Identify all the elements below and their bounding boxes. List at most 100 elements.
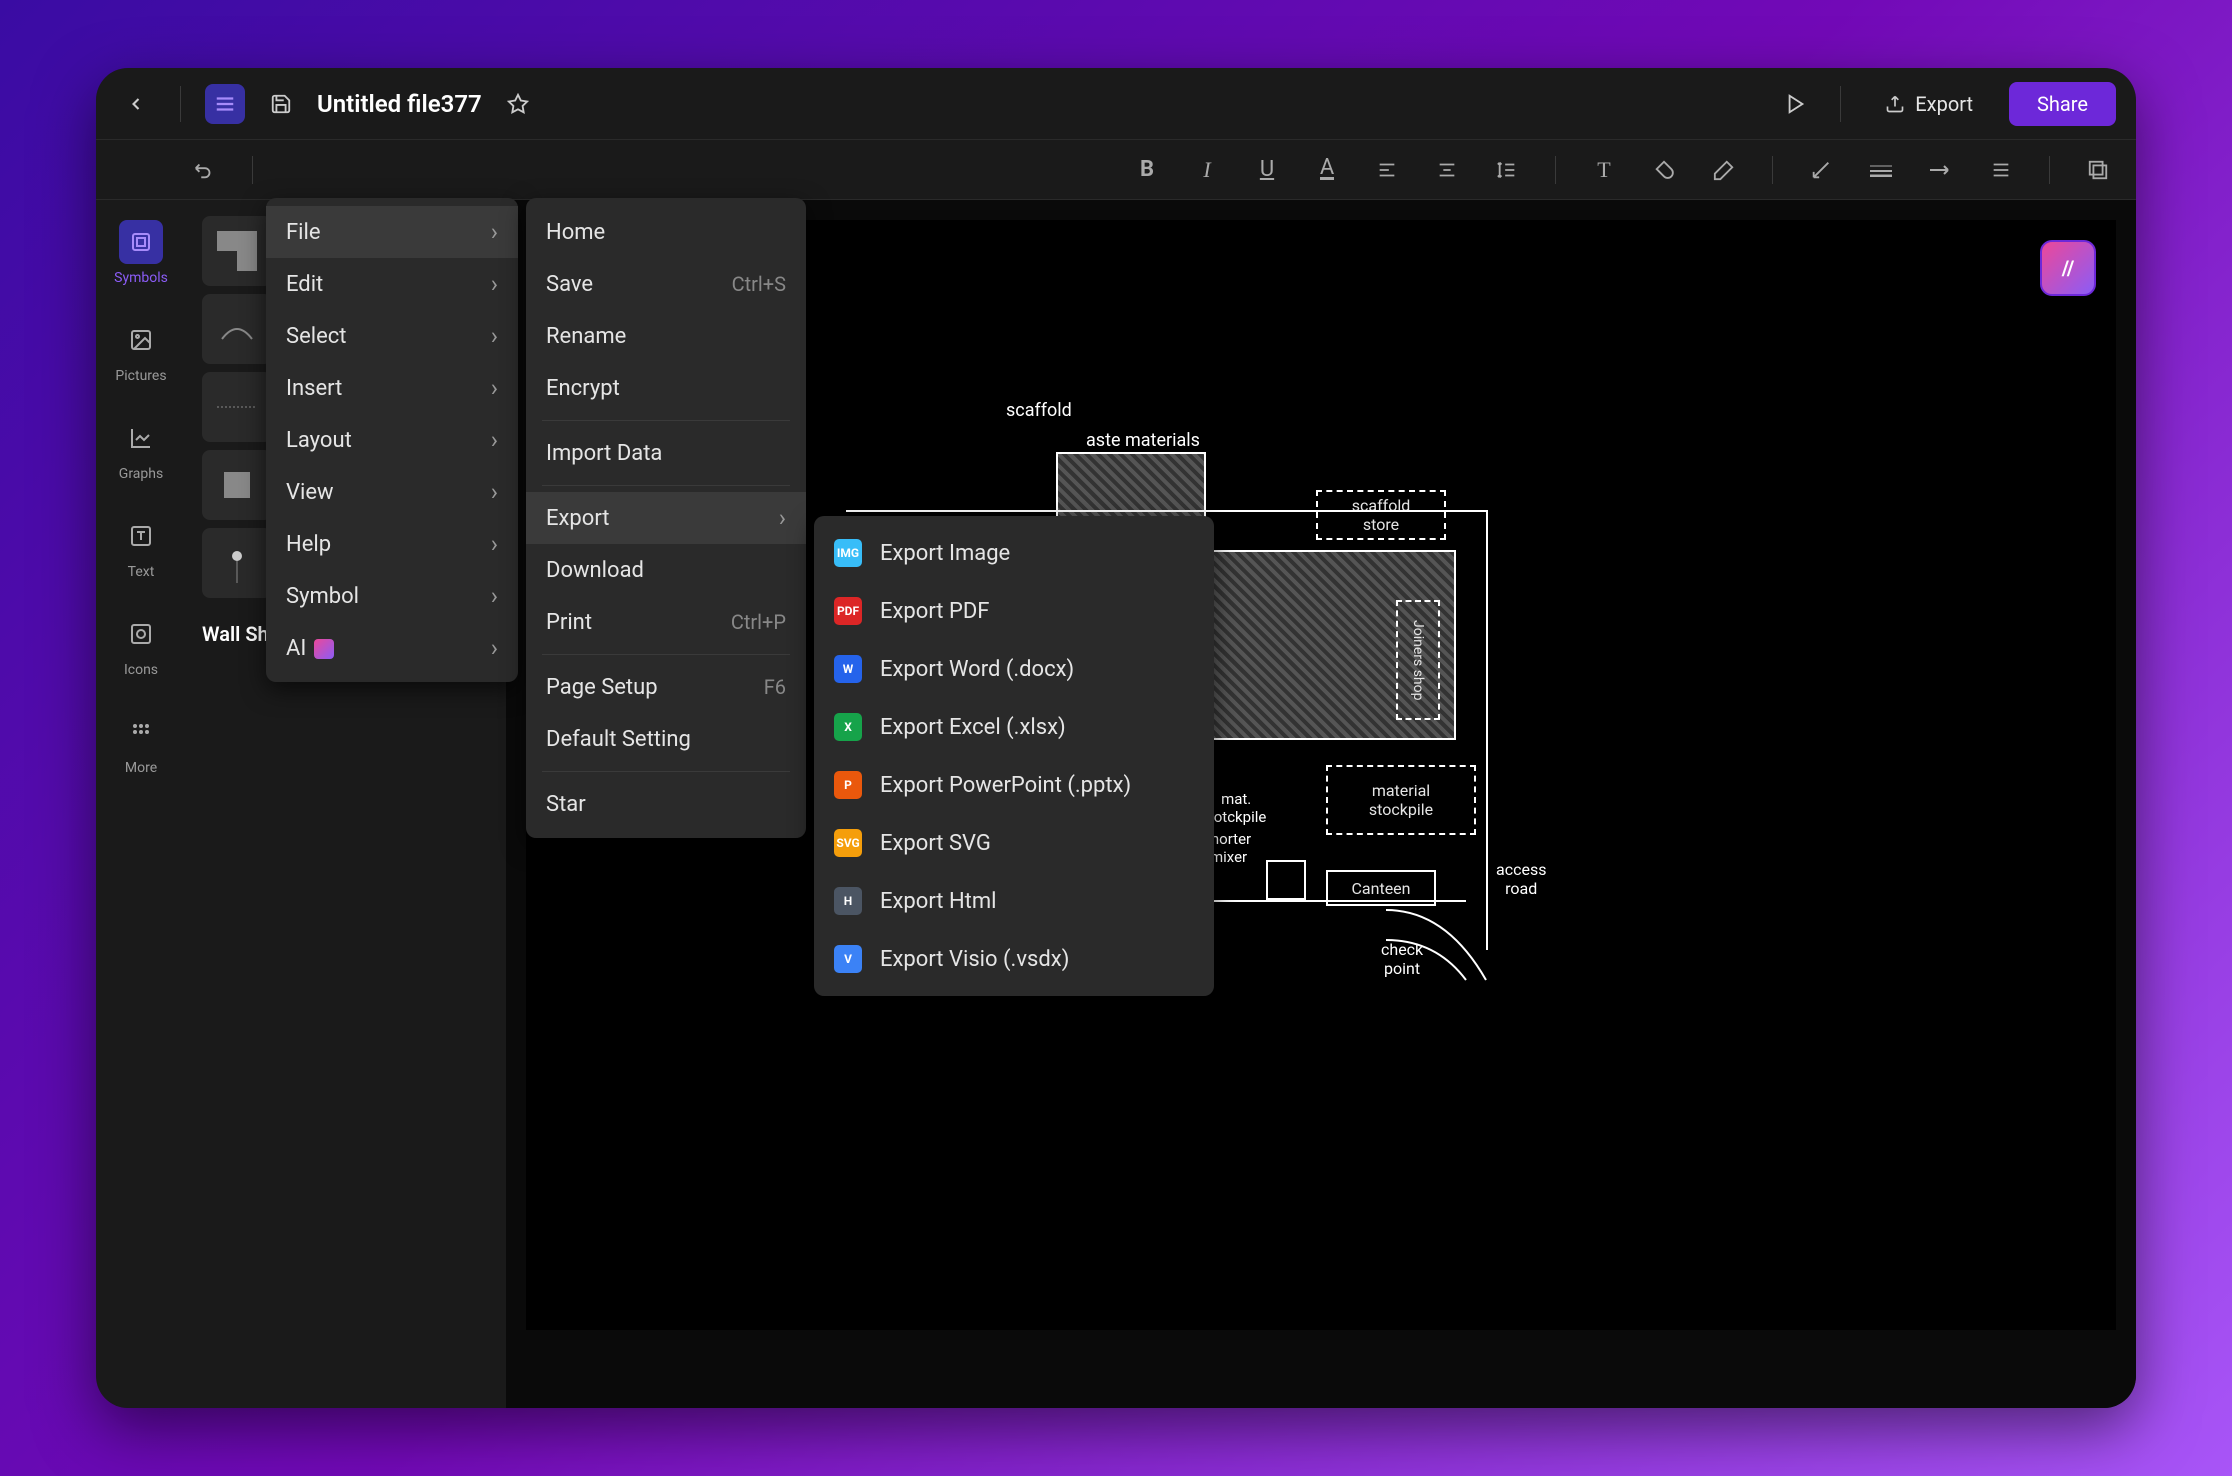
canvas-line	[846, 510, 1486, 512]
separator	[1840, 86, 1841, 122]
export-item-export-word-docx-[interactable]: WExport Word (.docx)	[814, 640, 1214, 698]
symbol-thumbnail[interactable]	[202, 372, 272, 442]
export-button[interactable]: Export	[1865, 82, 1993, 126]
line-weight-button[interactable]	[1863, 152, 1899, 188]
export-item-export-svg[interactable]: SVGExport SVG	[814, 814, 1214, 872]
sidebar-item-graphs[interactable]: Graphs	[111, 416, 171, 482]
symbol-thumbnail[interactable]	[202, 528, 272, 598]
line-spacing-button[interactable]	[1489, 152, 1525, 188]
menu-item-page-setup[interactable]: Page SetupF6	[526, 661, 806, 713]
highlight-button[interactable]	[1706, 152, 1742, 188]
play-button[interactable]	[1776, 84, 1816, 124]
bold-button[interactable]: B	[1129, 152, 1165, 188]
star-button[interactable]	[498, 84, 538, 124]
separator	[252, 156, 253, 184]
export-item-export-excel-xlsx-[interactable]: XExport Excel (.xlsx)	[814, 698, 1214, 756]
menu-item-file[interactable]: File	[266, 206, 518, 258]
menu-item-insert[interactable]: Insert	[266, 362, 518, 414]
menu-item-import-data[interactable]: Import Data	[526, 427, 806, 479]
layers-button[interactable]	[2080, 152, 2116, 188]
fill-button[interactable]	[1646, 152, 1682, 188]
format-icon: X	[834, 713, 862, 741]
share-button[interactable]: Share	[2009, 82, 2116, 126]
menu-item-layout[interactable]: Layout	[266, 414, 518, 466]
export-item-export-image[interactable]: IMGExport Image	[814, 524, 1214, 582]
text-align-button[interactable]	[1369, 152, 1405, 188]
canvas-line	[1486, 510, 1488, 950]
back-button[interactable]	[116, 84, 156, 124]
canvas-label: aste materials	[1086, 430, 1200, 451]
connector-button[interactable]	[1803, 152, 1839, 188]
sidebar-item-text[interactable]: Text	[111, 514, 171, 580]
menu-item-view[interactable]: View	[266, 466, 518, 518]
menu-item-rename[interactable]: Rename	[526, 310, 806, 362]
undo-button[interactable]	[186, 152, 222, 188]
canvas-label: mat. sotckpile	[1206, 790, 1266, 826]
sidebar-label: Pictures	[115, 368, 166, 384]
export-item-export-visio-vsdx-[interactable]: VExport Visio (.vsdx)	[814, 930, 1214, 988]
menu-separator	[542, 654, 790, 655]
font-color-button[interactable]: A	[1309, 152, 1345, 188]
symbol-thumbnail[interactable]	[202, 294, 272, 364]
titlebar: Untitled file377 Export Share	[96, 68, 2136, 140]
menu-item-export[interactable]: Export	[526, 492, 806, 544]
export-item-export-pdf[interactable]: PDFExport PDF	[814, 582, 1214, 640]
menu-item-symbol[interactable]: Symbol	[266, 570, 518, 622]
menu-item-help[interactable]: Help	[266, 518, 518, 570]
canvas-label: scaffold	[1006, 400, 1072, 421]
format-icon: IMG	[834, 539, 862, 567]
canvas-shape[interactable]	[1266, 860, 1306, 900]
sidebar-item-pictures[interactable]: Pictures	[111, 318, 171, 384]
symbol-thumbnail[interactable]	[202, 450, 272, 520]
export-item-export-powerpoint-pptx-[interactable]: PExport PowerPoint (.pptx)	[814, 756, 1214, 814]
menu-item-edit[interactable]: Edit	[266, 258, 518, 310]
sidebar-label: More	[125, 760, 157, 776]
menu-item-select[interactable]: Select	[266, 310, 518, 362]
menu-item-ai[interactable]: AI	[266, 622, 518, 674]
menu-item-download[interactable]: Download	[526, 544, 806, 596]
menu-item-default-setting[interactable]: Default Setting	[526, 713, 806, 765]
format-icon: PDF	[834, 597, 862, 625]
menu-item-home[interactable]: Home	[526, 206, 806, 258]
export-menu: IMGExport ImagePDFExport PDFWExport Word…	[814, 516, 1214, 996]
ai-badge[interactable]: //	[2040, 240, 2096, 296]
canvas-shape-joiners[interactable]: Joiners shop	[1396, 600, 1440, 720]
separator	[1772, 156, 1773, 184]
sidebar-item-icons[interactable]: Icons	[111, 612, 171, 678]
canvas-label: access road	[1496, 860, 1546, 898]
menu-item-encrypt[interactable]: Encrypt	[526, 362, 806, 414]
document-title[interactable]: Untitled file377	[317, 90, 482, 118]
format-icon: P	[834, 771, 862, 799]
text-tool[interactable]: T	[1586, 152, 1622, 188]
menu-item-star[interactable]: Star	[526, 778, 806, 830]
align-button[interactable]	[1429, 152, 1465, 188]
format-icon: SVG	[834, 829, 862, 857]
separator	[180, 86, 181, 122]
underline-button[interactable]: U	[1249, 152, 1285, 188]
arrow-style-button[interactable]	[1923, 152, 1959, 188]
sidebar-label: Text	[128, 564, 155, 580]
line-style-button[interactable]	[1983, 152, 2019, 188]
hamburger-menu-button[interactable]	[205, 84, 245, 124]
main-menu: FileEditSelectInsertLayoutViewHelpSymbol…	[266, 198, 518, 682]
italic-button[interactable]: I	[1189, 152, 1225, 188]
symbol-thumbnail[interactable]	[202, 216, 272, 286]
format-icon: V	[834, 945, 862, 973]
sidebar-item-more[interactable]: More	[111, 710, 171, 776]
menu-separator	[542, 485, 790, 486]
sidebar-icons: Symbols Pictures Graphs Text Icons More	[96, 200, 186, 1408]
sidebar-label: Symbols	[114, 270, 168, 286]
format-icon: H	[834, 887, 862, 915]
menu-item-save[interactable]: SaveCtrl+S	[526, 258, 806, 310]
save-button[interactable]	[261, 84, 301, 124]
format-icon: W	[834, 655, 862, 683]
file-menu: HomeSaveCtrl+SRenameEncrypt Import Data Ex…	[526, 198, 806, 838]
sidebar-label: Graphs	[119, 466, 163, 482]
export-item-export-html[interactable]: HExport Html	[814, 872, 1214, 930]
canvas-shape-scaffold-store[interactable]: scaffold store	[1316, 490, 1446, 540]
sidebar-label: Icons	[124, 662, 158, 678]
menu-item-print[interactable]: PrintCtrl+P	[526, 596, 806, 648]
canvas-shape-stockpile[interactable]: material stockpile	[1326, 765, 1476, 835]
menu-separator	[542, 420, 790, 421]
sidebar-item-symbols[interactable]: Symbols	[111, 220, 171, 286]
